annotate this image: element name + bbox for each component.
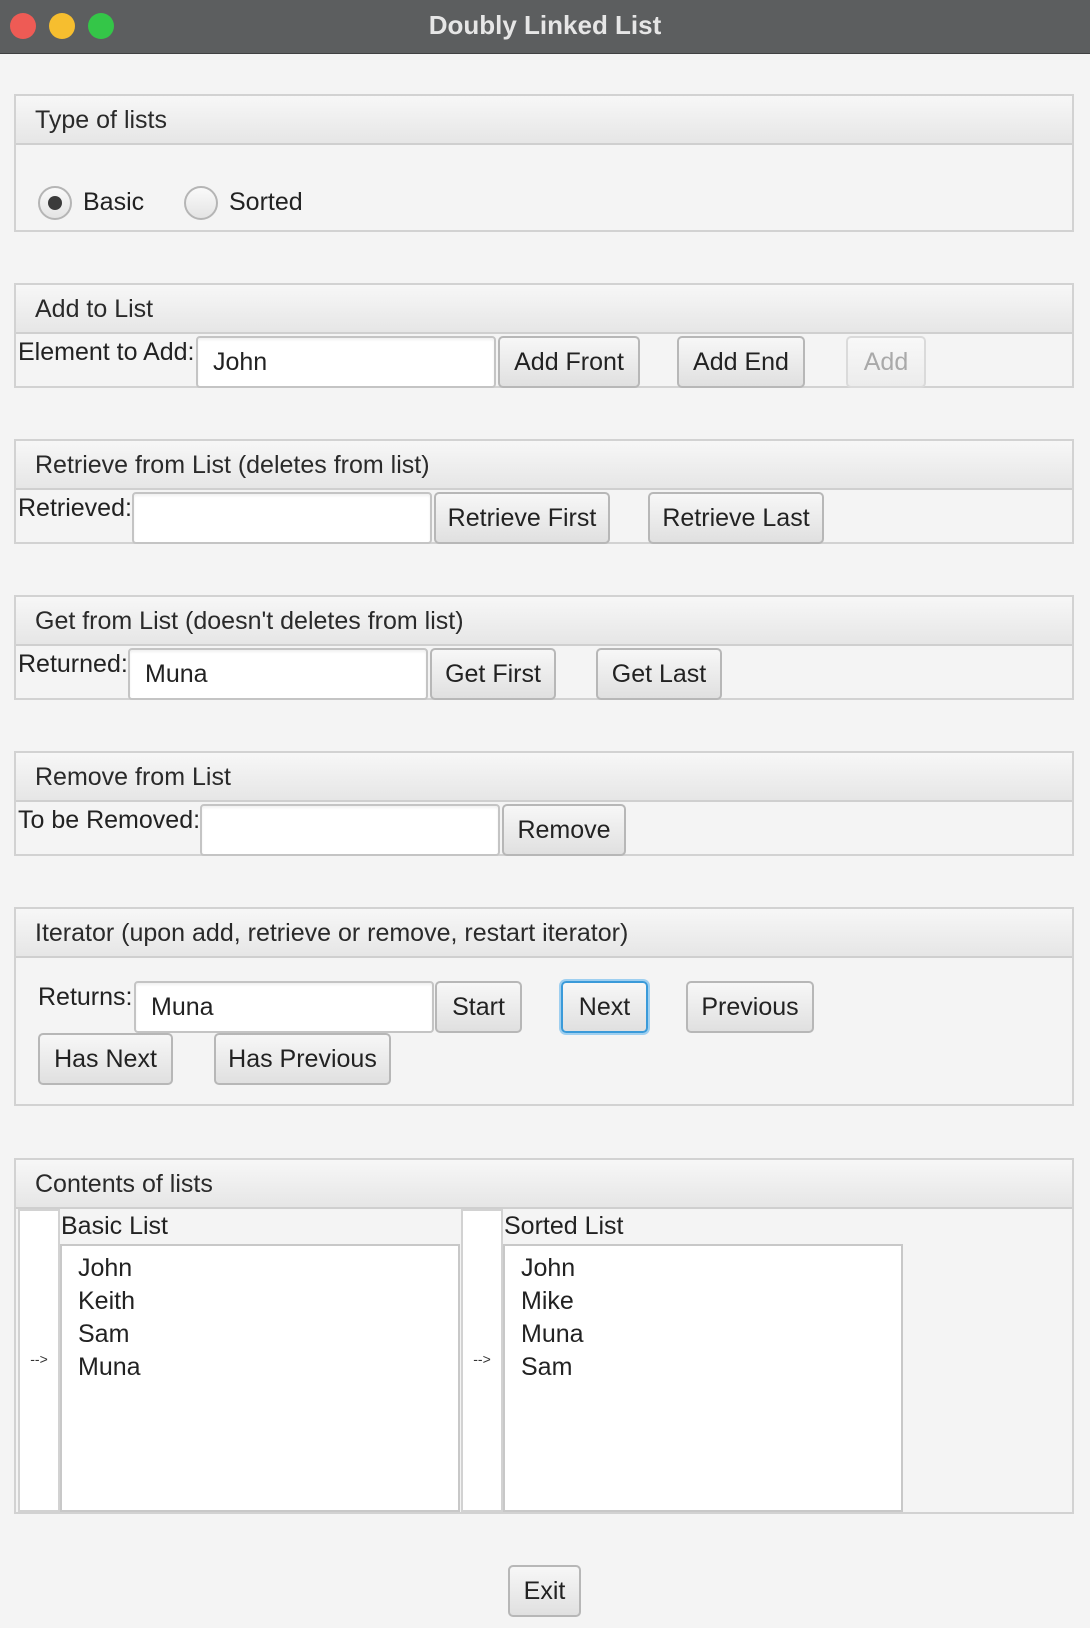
returned-label: Returned: bbox=[18, 650, 128, 678]
iterator-panel: Iterator (upon add, retrieve or remove, … bbox=[14, 907, 1074, 1106]
radio-basic-label[interactable]: Basic bbox=[83, 188, 144, 217]
sorted-list-title: Sorted List bbox=[504, 1212, 624, 1240]
to-be-removed-input[interactable] bbox=[200, 804, 500, 856]
sorted-list-arrow: --> bbox=[473, 1350, 491, 1367]
type-of-lists-panel: Type of lists Basic Sorted bbox=[14, 94, 1074, 232]
sorted-list-view[interactable]: John Mike Muna Sam bbox=[503, 1244, 903, 1512]
list-item[interactable]: John bbox=[521, 1252, 901, 1285]
exit-button[interactable]: Exit bbox=[508, 1565, 581, 1617]
previous-button[interactable]: Previous bbox=[686, 981, 814, 1033]
list-item[interactable]: Sam bbox=[521, 1351, 901, 1384]
start-button[interactable]: Start bbox=[435, 981, 522, 1033]
iterator-title: Iterator (upon add, retrieve or remove, … bbox=[16, 909, 1072, 958]
radio-selected-dot bbox=[48, 196, 62, 210]
remove-button[interactable]: Remove bbox=[502, 804, 626, 856]
list-item[interactable]: Mike bbox=[521, 1285, 901, 1318]
element-to-add-input[interactable]: John bbox=[196, 336, 496, 388]
remove-from-list-title: Remove from List bbox=[16, 753, 1072, 802]
basic-list-view[interactable]: John Keith Sam Muna bbox=[60, 1244, 460, 1512]
basic-list-arrow-column: --> bbox=[18, 1209, 60, 1512]
radio-sorted-label[interactable]: Sorted bbox=[229, 188, 303, 217]
iterator-returns-input[interactable]: Muna bbox=[134, 981, 434, 1033]
type-of-lists-title: Type of lists bbox=[16, 96, 1072, 145]
basic-list-arrow: --> bbox=[30, 1350, 48, 1367]
add-to-list-title: Add to List bbox=[16, 285, 1072, 334]
retrieved-label: Retrieved: bbox=[18, 494, 132, 522]
add-button[interactable]: Add bbox=[846, 336, 926, 388]
retrieve-last-button[interactable]: Retrieve Last bbox=[648, 492, 824, 544]
contents-of-lists-title: Contents of lists bbox=[16, 1160, 1072, 1209]
radio-sorted[interactable] bbox=[184, 186, 218, 220]
add-to-list-panel: Add to List Element to Add: John Add Fro… bbox=[14, 283, 1074, 388]
add-front-button[interactable]: Add Front bbox=[498, 336, 640, 388]
retrieve-from-list-title: Retrieve from List (deletes from list) bbox=[16, 441, 1072, 490]
retrieve-first-button[interactable]: Retrieve First bbox=[434, 492, 610, 544]
retrieved-input[interactable] bbox=[132, 492, 432, 544]
list-item[interactable]: Sam bbox=[78, 1318, 458, 1351]
get-first-button[interactable]: Get First bbox=[430, 648, 556, 700]
get-from-list-panel: Get from List (doesn't deletes from list… bbox=[14, 595, 1074, 700]
has-previous-button[interactable]: Has Previous bbox=[214, 1033, 391, 1085]
element-to-add-label: Element to Add: bbox=[18, 338, 195, 366]
contents-of-lists-panel: Contents of lists --> Basic List John Ke… bbox=[14, 1158, 1074, 1514]
has-next-button[interactable]: Has Next bbox=[38, 1033, 173, 1085]
list-item[interactable]: John bbox=[78, 1252, 458, 1285]
next-button[interactable]: Next bbox=[561, 981, 648, 1033]
sorted-list-arrow-column: --> bbox=[461, 1209, 503, 1512]
window-title: Doubly Linked List bbox=[428, 10, 662, 40]
title-bar: Doubly Linked List bbox=[0, 0, 1090, 54]
radio-basic[interactable] bbox=[38, 186, 72, 220]
get-from-list-title: Get from List (doesn't deletes from list… bbox=[16, 597, 1072, 646]
returned-input[interactable]: Muna bbox=[128, 648, 428, 700]
remove-from-list-panel: Remove from List To be Removed: Remove bbox=[14, 751, 1074, 856]
list-item[interactable]: Muna bbox=[78, 1351, 458, 1384]
list-item[interactable]: Muna bbox=[521, 1318, 901, 1351]
to-be-removed-label: To be Removed: bbox=[18, 806, 201, 834]
add-end-button[interactable]: Add End bbox=[677, 336, 805, 388]
returns-label: Returns: bbox=[38, 983, 133, 1011]
list-item[interactable]: Keith bbox=[78, 1285, 458, 1318]
retrieve-from-list-panel: Retrieve from List (deletes from list) R… bbox=[14, 439, 1074, 544]
basic-list-title: Basic List bbox=[61, 1212, 168, 1240]
get-last-button[interactable]: Get Last bbox=[596, 648, 722, 700]
